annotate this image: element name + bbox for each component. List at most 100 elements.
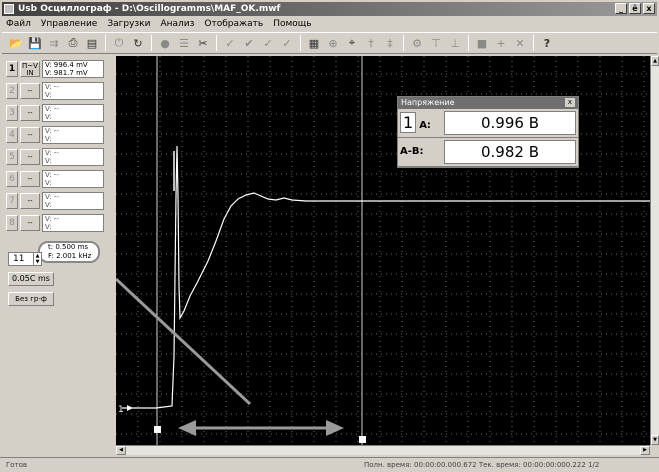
channel-values: V: -- V: bbox=[42, 126, 104, 144]
channel-values: V: -- V: bbox=[42, 148, 104, 166]
value-b: V: bbox=[45, 223, 52, 231]
menu-bar: Файл Управление Загрузки Анализ Отобража… bbox=[2, 17, 657, 31]
channel-values: V: -- V: bbox=[42, 214, 104, 232]
remove-icon[interactable]: ✕ bbox=[512, 35, 528, 51]
scroll-left-arrow[interactable]: ◀ bbox=[116, 446, 126, 455]
channel-coupling-button[interactable]: -- bbox=[20, 171, 40, 187]
channel-row: 8 -- V: -- V: bbox=[6, 214, 110, 232]
channel-coupling-button[interactable]: -- bbox=[20, 83, 40, 99]
menu-analysis[interactable]: Анализ bbox=[160, 17, 194, 31]
scroll-up-arrow[interactable]: ▲ bbox=[651, 56, 659, 66]
time-scale-field[interactable]: 0.05C ms bbox=[8, 272, 54, 286]
value-a: V: bbox=[45, 215, 52, 223]
channel-number[interactable]: 5 bbox=[6, 149, 18, 165]
print-icon[interactable]: ⎙ bbox=[65, 35, 81, 51]
value-b: V: 981.7 mV bbox=[45, 69, 88, 77]
toolbar: 📂 💾 ⇉ ⎙ ▤ ⏻ ↻ ● ☰ ✂ ✓ ✔ ✓ ✓ ▦ ⊕ ⌖ † ‡ ⚙ … bbox=[2, 32, 657, 54]
voltage-panel-title-text: Напряжение bbox=[401, 98, 455, 107]
check-icon[interactable]: ✓ bbox=[222, 35, 238, 51]
horizontal-scrollbar[interactable]: ◀ ▶ bbox=[116, 445, 650, 455]
channel-number[interactable]: 2 bbox=[6, 83, 18, 99]
scissors-icon[interactable]: ✂ bbox=[195, 35, 211, 51]
restore-button[interactable]: ё bbox=[629, 3, 641, 14]
oscilloscope-window: Usb Осциллограф - D:\Oscillogramms\MAF_O… bbox=[0, 0, 659, 472]
channel-number[interactable]: 7 bbox=[6, 193, 18, 209]
channel-coupling-button[interactable]: П~V IN bbox=[20, 61, 40, 77]
channel-values: V: -- V: bbox=[42, 192, 104, 210]
voltage-panel-close-button[interactable]: x bbox=[565, 98, 575, 107]
channel-coupling-button[interactable]: -- bbox=[20, 127, 40, 143]
record-icon[interactable]: ● bbox=[157, 35, 173, 51]
value-a: V: bbox=[45, 105, 52, 113]
channel-panel: 1 П~V IN V: 996.4 mV V: 981.7 mV 2 -- V: -… bbox=[2, 56, 114, 454]
trigger-level-icon[interactable]: ⊥ bbox=[447, 35, 463, 51]
trigger-icon[interactable]: ⊤ bbox=[428, 35, 444, 51]
value-a: V: bbox=[45, 149, 52, 157]
channel-values: V: -- V: bbox=[42, 104, 104, 122]
voltage-row-ab: А-В: 0.982 В bbox=[398, 138, 578, 167]
channel-values: V: 996.4 mV V: 981.7 mV bbox=[42, 60, 104, 78]
close-button[interactable]: x bbox=[643, 3, 655, 14]
channel-number[interactable]: 8 bbox=[6, 215, 18, 231]
window-title: Usb Осциллограф - D:\Oscillogramms\MAF_O… bbox=[18, 4, 281, 14]
channel-row: 5 -- V: -- V: bbox=[6, 148, 110, 166]
channel-row: 2 -- V: -- V: bbox=[6, 82, 110, 100]
window-controls: _ ё x bbox=[615, 3, 655, 14]
check-cursor-icon[interactable]: ✓ bbox=[279, 35, 295, 51]
stop-icon[interactable]: ■ bbox=[474, 35, 490, 51]
marker-icon[interactable]: ⌖ bbox=[344, 35, 360, 51]
grid-icon[interactable]: ▦ bbox=[306, 35, 322, 51]
channel-coupling-button[interactable]: -- bbox=[20, 149, 40, 165]
mode-button[interactable]: Без гр-ф bbox=[8, 292, 54, 306]
menu-display[interactable]: Отображать bbox=[204, 17, 263, 31]
title-bar: Usb Осциллограф - D:\Oscillogramms\MAF_O… bbox=[2, 2, 657, 16]
division-spinner[interactable]: 11 ▲ ▼ bbox=[8, 252, 42, 266]
check-all-icon[interactable]: ✔ bbox=[241, 35, 257, 51]
refresh-icon[interactable]: ↻ bbox=[130, 35, 146, 51]
channels-icon[interactable]: ☰ bbox=[176, 35, 192, 51]
check-range-icon[interactable]: ✓ bbox=[260, 35, 276, 51]
voltage-ab-value: 0.982 В bbox=[444, 140, 576, 164]
channel-coupling-button[interactable]: -- bbox=[20, 193, 40, 209]
open-icon[interactable]: 📂 bbox=[8, 35, 24, 51]
channel-number[interactable]: 4 bbox=[6, 127, 18, 143]
channel-number[interactable]: 1 bbox=[6, 61, 18, 77]
voltage-panel-title: Напряжение x bbox=[398, 97, 578, 109]
status-bar: Готов Полн. время: 00:00:00.000.672 Тек.… bbox=[0, 457, 659, 472]
annotation-pointer-line bbox=[116, 277, 252, 406]
save-icon[interactable]: 💾 bbox=[27, 35, 43, 51]
menu-load[interactable]: Загрузки bbox=[107, 17, 150, 31]
spinner-arrows[interactable]: ▲ ▼ bbox=[33, 253, 41, 265]
value-b: V: bbox=[45, 135, 52, 143]
channel-coupling-button[interactable]: -- bbox=[20, 105, 40, 121]
settings-icon[interactable]: ⚙ bbox=[409, 35, 425, 51]
channel-number[interactable]: 3 bbox=[6, 105, 18, 121]
channel-row: 7 -- V: -- V: bbox=[6, 192, 110, 210]
power-icon[interactable]: ⏻ bbox=[111, 35, 127, 51]
cursor-b-icon[interactable]: ‡ bbox=[382, 35, 398, 51]
scroll-down-arrow[interactable]: ▼ bbox=[651, 435, 659, 445]
menu-control[interactable]: Управление bbox=[41, 17, 97, 31]
app-icon bbox=[4, 4, 14, 14]
minimize-button[interactable]: _ bbox=[615, 3, 627, 14]
print-preview-icon[interactable]: ▤ bbox=[84, 35, 100, 51]
scroll-right-arrow[interactable]: ▶ bbox=[640, 446, 650, 455]
channel-number[interactable]: 6 bbox=[6, 171, 18, 187]
voltage-a-value: 0.996 В bbox=[444, 111, 576, 135]
menu-help[interactable]: Помощь bbox=[273, 17, 311, 31]
vertical-scrollbar[interactable]: ▲ ▼ bbox=[650, 56, 659, 445]
value-a: V: bbox=[45, 83, 52, 91]
menu-file[interactable]: Файл bbox=[6, 17, 31, 31]
export-icon[interactable]: ⇉ bbox=[46, 35, 62, 51]
voltage-ab-label: А-В: bbox=[400, 146, 424, 157]
cursor-a-icon[interactable]: † bbox=[363, 35, 379, 51]
zoom-icon[interactable]: ⊕ bbox=[325, 35, 341, 51]
help-icon[interactable]: ? bbox=[539, 35, 555, 51]
value-b: V: bbox=[45, 91, 52, 99]
channel-coupling-button[interactable]: -- bbox=[20, 215, 40, 231]
voltage-channel-number[interactable]: 1 bbox=[400, 112, 417, 133]
cursor-a-marker bbox=[154, 426, 161, 433]
add-icon[interactable]: + bbox=[493, 35, 509, 51]
channel-row: 1 П~V IN V: 996.4 mV V: 981.7 mV bbox=[6, 60, 110, 78]
status-text: Готов bbox=[6, 461, 28, 469]
